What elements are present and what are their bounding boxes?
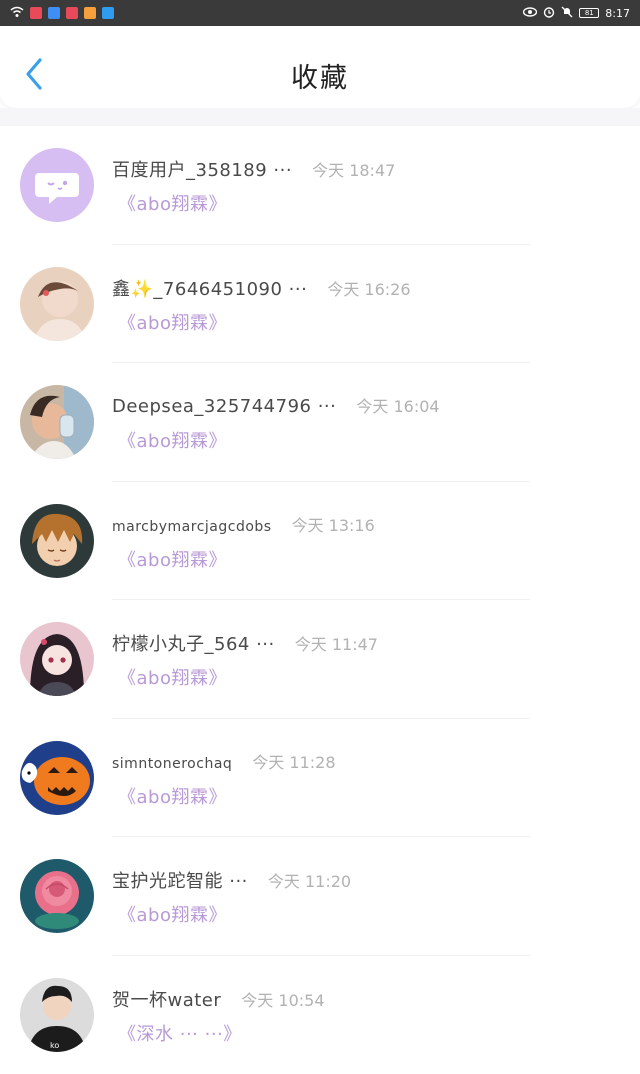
anime-girl-avatar-icon xyxy=(20,622,94,696)
timestamp: 今天 13:16 xyxy=(292,512,375,536)
avatar[interactable] xyxy=(20,267,94,341)
username[interactable]: 贺一杯water xyxy=(112,986,221,1012)
list-item[interactable]: 百度用户_358189 ··· 今天 18:47 《abo翔霖》 xyxy=(0,126,640,245)
anime-boy-avatar-icon xyxy=(20,504,94,578)
item-header: 百度用户_358189 ··· 今天 18:47 xyxy=(112,156,395,182)
item-header: 宝护光跎智能 ··· 今天 11:20 xyxy=(112,867,351,893)
header: 收藏 xyxy=(0,26,640,108)
favorites-list: 百度用户_358189 ··· 今天 18:47 《abo翔霖》 鑫✨_7646… xyxy=(0,126,640,1074)
status-bar-left xyxy=(10,6,114,20)
svg-text:ko: ko xyxy=(50,1041,59,1050)
list-item[interactable]: 鑫✨_7646451090 ··· 今天 16:26 《abo翔霖》 xyxy=(0,245,640,364)
book-title[interactable]: 《abo翔霖》 xyxy=(118,190,227,216)
avatar[interactable] xyxy=(20,622,94,696)
chat-bubble-avatar-icon xyxy=(20,148,94,222)
book-title[interactable]: 《abo翔霖》 xyxy=(118,664,227,690)
item-header: 贺一杯water 今天 10:54 xyxy=(112,986,325,1012)
avatar[interactable] xyxy=(20,859,94,933)
rose-avatar-icon xyxy=(20,859,94,933)
avatar[interactable] xyxy=(20,148,94,222)
book-title[interactable]: 《abo翔霖》 xyxy=(118,901,227,927)
notification-app-icon xyxy=(84,7,96,19)
book-title[interactable]: 《abo翔霖》 xyxy=(118,427,227,453)
notification-app-icon xyxy=(30,7,42,19)
username[interactable]: 百度用户_358189 ··· xyxy=(112,156,292,182)
book-title[interactable]: 《abo翔霖》 xyxy=(118,783,227,809)
notification-app-icon xyxy=(66,7,78,19)
username[interactable]: 柠檬小丸子_564 ··· xyxy=(112,630,275,656)
header-separator xyxy=(0,108,640,126)
avatar[interactable]: ko xyxy=(20,978,94,1052)
username[interactable]: simntonerochaq xyxy=(112,756,232,772)
battery-icon: 81 xyxy=(579,8,599,18)
item-header: 鑫✨_7646451090 ··· 今天 16:26 xyxy=(112,275,411,301)
list-item[interactable]: 柠檬小丸子_564 ··· 今天 11:47 《abo翔霖》 xyxy=(0,600,640,719)
timestamp: 今天 16:04 xyxy=(356,393,439,417)
alarm-icon xyxy=(543,6,555,20)
timestamp: 今天 11:47 xyxy=(295,631,378,655)
item-header: 柠檬小丸子_564 ··· 今天 11:47 xyxy=(112,630,378,656)
notification-app-icon xyxy=(48,7,60,19)
status-bar-right: 81 8:17 xyxy=(523,6,630,20)
page-title: 收藏 xyxy=(0,56,640,95)
avatar[interactable] xyxy=(20,741,94,815)
list-item[interactable]: Deepsea_325744796 ··· 今天 16:04 《abo翔霖》 xyxy=(0,363,640,482)
list-item[interactable]: ko 贺一杯water 今天 10:54 《深水 ··· ···》 xyxy=(0,956,640,1074)
wifi-icon xyxy=(10,6,24,20)
book-title[interactable]: 《abo翔霖》 xyxy=(118,546,227,572)
pumpkin-avatar-icon xyxy=(20,741,94,815)
item-header: marcbymarcjagcdobs 今天 13:16 xyxy=(112,512,375,536)
avatar[interactable] xyxy=(20,385,94,459)
item-header: Deepsea_325744796 ··· 今天 16:04 xyxy=(112,393,440,417)
timestamp: 今天 18:47 xyxy=(312,157,395,181)
list-item[interactable]: 宝护光跎智能 ··· 今天 11:20 《abo翔霖》 xyxy=(0,837,640,956)
girl-photo-avatar-icon xyxy=(20,267,94,341)
mute-bell-icon xyxy=(561,6,573,20)
username[interactable]: Deepsea_325744796 ··· xyxy=(112,396,336,417)
notification-app-icon xyxy=(102,7,114,19)
eye-icon xyxy=(523,7,537,19)
username[interactable]: 鑫✨_7646451090 ··· xyxy=(112,275,307,301)
book-title[interactable]: 《深水 ··· ···》 xyxy=(118,1020,242,1046)
child-drinking-avatar-icon xyxy=(20,385,94,459)
username[interactable]: 宝护光跎智能 ··· xyxy=(112,867,248,893)
timestamp: 今天 10:54 xyxy=(241,987,324,1011)
list-item[interactable]: simntonerochaq 今天 11:28 《abo翔霖》 xyxy=(0,719,640,838)
timestamp: 今天 11:20 xyxy=(268,868,351,892)
timestamp: 今天 11:28 xyxy=(252,749,335,773)
avatar[interactable] xyxy=(20,504,94,578)
status-bar: 81 8:17 xyxy=(0,0,640,26)
clock: 8:17 xyxy=(605,7,630,20)
list-item[interactable]: marcbymarcjagcdobs 今天 13:16 《abo翔霖》 xyxy=(0,482,640,601)
book-title[interactable]: 《abo翔霖》 xyxy=(118,309,227,335)
username[interactable]: marcbymarcjagcdobs xyxy=(112,519,272,535)
item-header: simntonerochaq 今天 11:28 xyxy=(112,749,336,773)
boy-photo-avatar-icon: ko xyxy=(20,978,94,1052)
timestamp: 今天 16:26 xyxy=(327,276,410,300)
